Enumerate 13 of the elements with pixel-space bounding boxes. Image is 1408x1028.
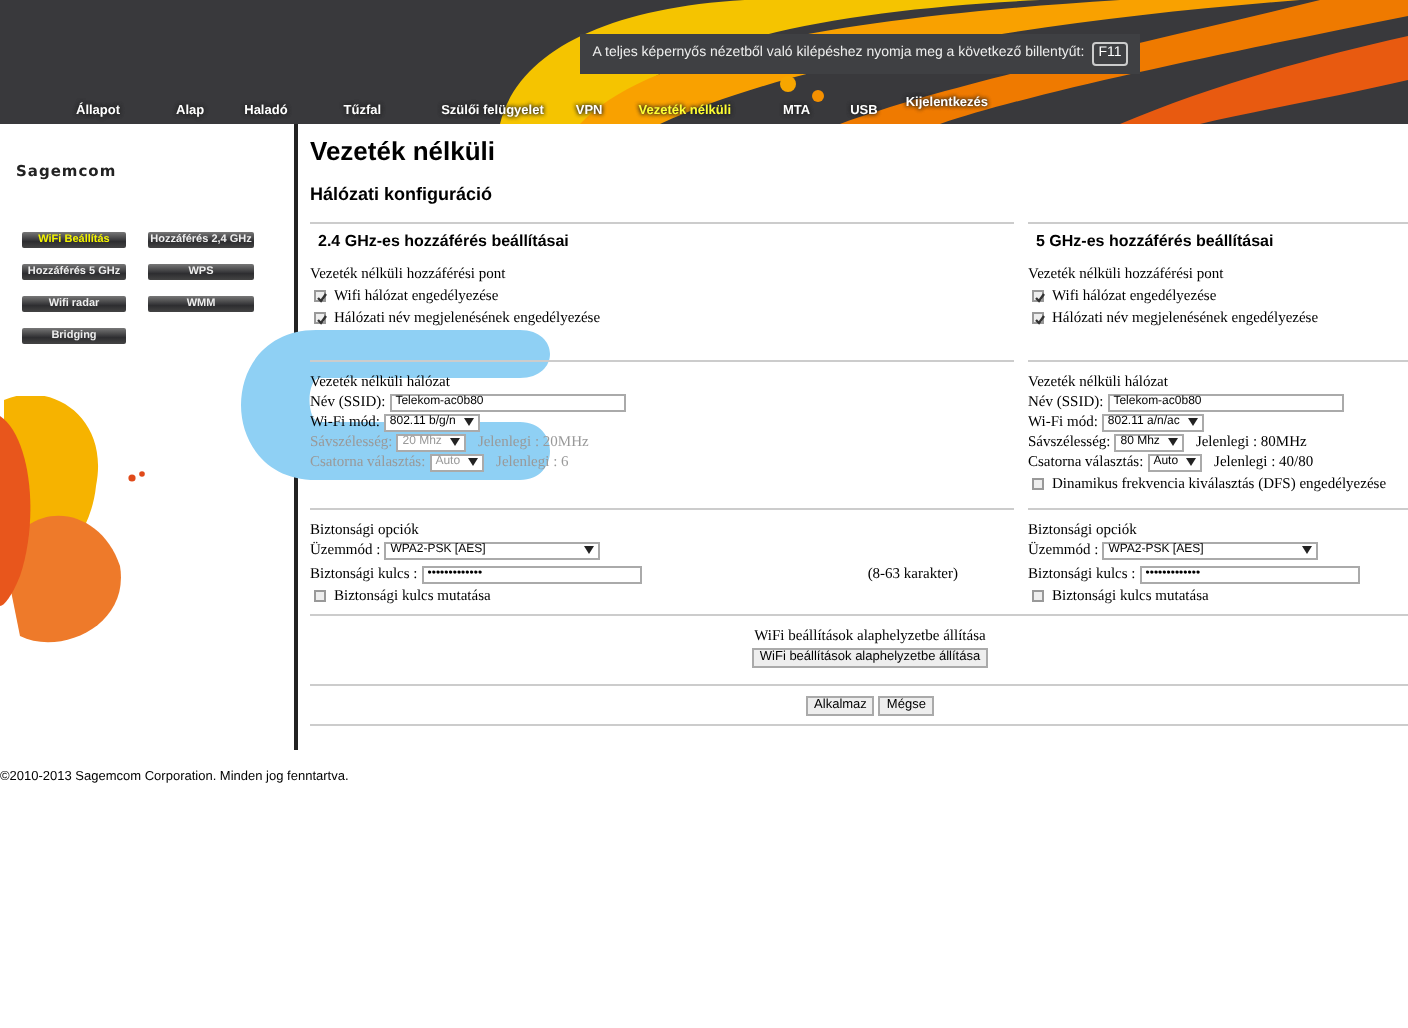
band-heading: 5 GHz-es hozzáférés beállításai — [1028, 222, 1408, 255]
checkbox[interactable] — [1032, 311, 1044, 324]
dropdown-arrow-icon — [584, 546, 595, 555]
checkbox[interactable] — [314, 589, 326, 602]
section-title: Hálózati konfiguráció — [310, 183, 495, 205]
dropdown-arrow-icon — [1302, 546, 1313, 555]
checkbox[interactable] — [1032, 589, 1044, 602]
checkbox[interactable] — [1032, 289, 1044, 302]
checkbox[interactable] — [314, 311, 326, 324]
checkbox[interactable] — [1032, 477, 1044, 490]
checkbox[interactable] — [314, 289, 326, 302]
band-heading: 2.4 GHz-es hozzáférés beállításai — [310, 222, 1014, 255]
page-title: Vezeték nélküli — [310, 136, 497, 168]
